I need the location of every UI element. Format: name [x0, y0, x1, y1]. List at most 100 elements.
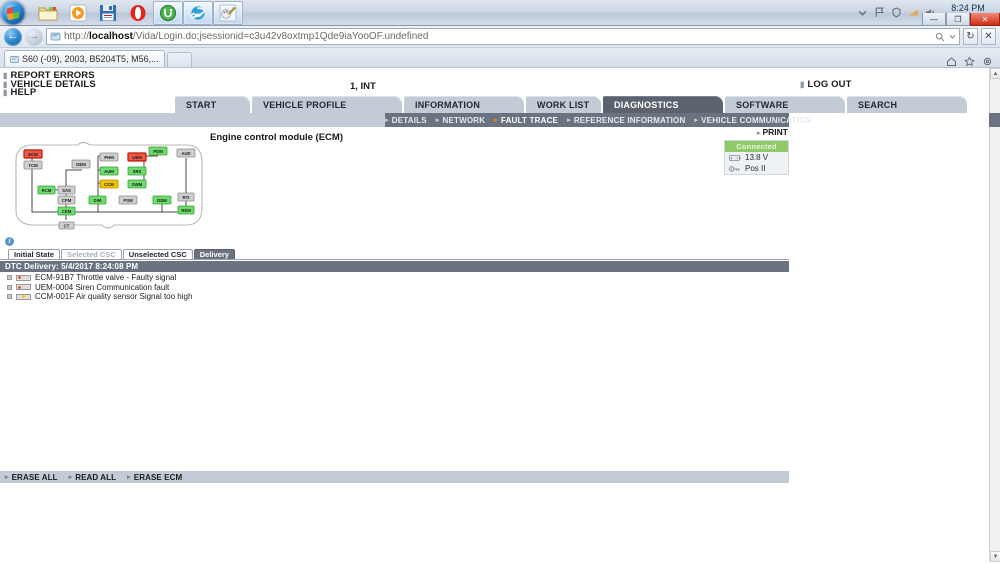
- csc-tab-strip: Initial State Selected CSC Unselected CS…: [0, 249, 789, 260]
- diagram-node-swm[interactable]: SWM: [127, 179, 147, 189]
- address-bar-url: http://localhost/Vida/Login.do;jsessioni…: [64, 31, 428, 42]
- dtc-checkbox[interactable]: [7, 284, 12, 290]
- diagram-node-aud[interactable]: AUD: [176, 148, 196, 158]
- chevron-right-icon: ▸: [694, 117, 699, 124]
- subtab-reference-information[interactable]: ▸ REFERENCE INFORMATION: [567, 116, 694, 125]
- tab-favicon-icon: [10, 55, 19, 63]
- subtab-fault-trace[interactable]: ▸ FAULT TRACE: [494, 116, 567, 125]
- browser-tab-title: S60 (-09), 2003, B5204T5, M56,...: [22, 54, 159, 64]
- read-all-button[interactable]: ▸ READ ALL: [69, 473, 128, 482]
- diagram-node-ecm[interactable]: ECM: [23, 149, 43, 159]
- diagram-node-cem[interactable]: CEM: [57, 206, 76, 216]
- tab-start[interactable]: START: [175, 96, 250, 113]
- page-favicon-icon: [50, 32, 61, 41]
- subtab-details[interactable]: ▸ DETAILS: [385, 116, 436, 125]
- diagram-node-rcm[interactable]: RCM: [37, 185, 56, 195]
- scroll-down-button[interactable]: ▼: [990, 551, 1000, 562]
- minimize-button[interactable]: —: [922, 13, 946, 26]
- diagram-node-pdm[interactable]: PDM: [148, 146, 168, 156]
- security-icon[interactable]: [891, 7, 902, 18]
- battery-voltage-row: 13.8 V: [725, 152, 788, 163]
- diagram-node-psm[interactable]: PSM: [118, 195, 138, 205]
- refresh-button[interactable]: ↻: [963, 28, 978, 45]
- network-icon[interactable]: [908, 7, 919, 18]
- new-tab-button[interactable]: [166, 52, 192, 67]
- info-icon[interactable]: i: [5, 237, 14, 246]
- diagram-node-dem[interactable]: DEM: [71, 159, 91, 169]
- address-bar[interactable]: http://localhost/Vida/Login.do;jsessioni…: [46, 28, 960, 45]
- csc-tab-initial-state[interactable]: Initial State: [8, 249, 61, 259]
- browser-tab[interactable]: S60 (-09), 2003, B5204T5, M56,...: [4, 50, 165, 67]
- diagram-node-cpm[interactable]: CPM: [57, 195, 76, 205]
- vehicle-network-diagram[interactable]: ECM TCM DEM RCM SAS CPM CEM CT PHM UEM P…: [10, 136, 210, 235]
- link-log-out[interactable]: ▮ LOG OUT: [800, 80, 1000, 90]
- save-disk-icon[interactable]: [93, 1, 123, 25]
- vehicle-status-panel: ▸ PRINT Connected 13.8 V Pos II: [724, 127, 789, 175]
- search-icon[interactable]: [935, 32, 945, 42]
- dtc-row[interactable]: UEM-0004 Siren Communication fault: [0, 283, 789, 293]
- dtc-checkbox[interactable]: [7, 294, 12, 300]
- read-all-label: READ ALL: [75, 472, 117, 482]
- svg-text:RTI: RTI: [183, 195, 190, 200]
- address-bar-tools: [931, 32, 956, 42]
- tab-vehicle-profile[interactable]: VEHICLE PROFILE: [252, 96, 402, 113]
- utorrent-icon[interactable]: [153, 0, 183, 25]
- diagram-node-srs[interactable]: SRS: [127, 166, 147, 176]
- opera-icon[interactable]: [123, 1, 153, 25]
- dtc-checkbox[interactable]: [7, 275, 12, 281]
- diagram-node-aum[interactable]: AUM: [99, 166, 119, 176]
- chevron-right-icon: ▸: [5, 474, 9, 481]
- diagram-node-rem[interactable]: REM: [177, 205, 195, 215]
- subtab-network[interactable]: ▸ NETWORK: [436, 116, 494, 125]
- diagram-node-ccm[interactable]: CCM: [99, 179, 119, 189]
- erase-all-button[interactable]: ▸ ERASE ALL: [5, 473, 69, 482]
- subtab-details-label: DETAILS: [391, 115, 427, 125]
- home-icon[interactable]: [946, 56, 957, 67]
- diagram-node-tcm[interactable]: TCM: [23, 160, 43, 170]
- tab-search[interactable]: SEARCH: [847, 96, 967, 113]
- diagram-node-phm[interactable]: PHM: [99, 152, 119, 162]
- tray-expand-icon[interactable]: [857, 7, 868, 18]
- paint-icon[interactable]: [213, 0, 243, 25]
- dtc-text: ECM-91B7 Throttle valve - Faulty signal: [35, 273, 177, 283]
- diagram-node-sas[interactable]: SAS: [57, 185, 76, 195]
- back-button[interactable]: ←: [4, 27, 22, 46]
- diagram-node-rti[interactable]: RTI: [177, 192, 195, 202]
- forward-button[interactable]: →: [25, 27, 43, 46]
- print-button[interactable]: ▸ PRINT: [724, 127, 789, 137]
- tab-software[interactable]: SOFTWARE: [725, 96, 845, 113]
- start-button[interactable]: [1, 0, 25, 25]
- flag-icon[interactable]: [874, 7, 885, 18]
- diagram-node-dim[interactable]: DIM: [88, 195, 107, 205]
- close-button[interactable]: ✕: [970, 13, 1000, 26]
- explorer-icon[interactable]: [33, 1, 63, 25]
- internet-explorer-icon[interactable]: [183, 0, 213, 25]
- subtab-vehicle-communication[interactable]: ▸ VEHICLE COMMUNICATION: [694, 116, 820, 125]
- maximize-button[interactable]: ❐: [946, 13, 970, 26]
- csc-tab-unselected-csc[interactable]: Unselected CSC: [122, 249, 193, 259]
- chevron-right-icon: ▸: [127, 474, 131, 481]
- battery-icon: [729, 154, 741, 161]
- tab-diagnostics[interactable]: DIAGNOSTICS: [603, 96, 723, 113]
- url-path: /Vida/Login.do;jsessionid=c3u42v8oxtmp1Q…: [132, 31, 429, 42]
- csc-tab-delivery[interactable]: Delivery: [193, 249, 235, 259]
- dtc-row[interactable]: ECM-91B7 Throttle valve - Faulty signal: [0, 273, 789, 283]
- chevron-down-icon[interactable]: [949, 33, 956, 40]
- svg-text:ECM: ECM: [28, 152, 38, 157]
- tab-work-list[interactable]: WORK LIST: [526, 96, 601, 113]
- media-player-icon[interactable]: [63, 1, 93, 25]
- diagram-node-ddm[interactable]: DDM: [152, 195, 172, 205]
- scroll-up-button[interactable]: ▲: [990, 68, 1000, 79]
- erase-ecm-label: ERASE ECM: [133, 472, 183, 482]
- stop-button[interactable]: ✕: [981, 28, 996, 45]
- svg-text:AUM: AUM: [104, 169, 114, 174]
- favorites-icon[interactable]: [964, 56, 975, 67]
- dtc-row[interactable]: CCM-001F Air quality sensor Signal too h…: [0, 292, 789, 302]
- erase-ecm-button[interactable]: ▸ ERASE ECM: [127, 473, 193, 482]
- page-scrollbar[interactable]: ▲ ▼: [989, 68, 1000, 562]
- tab-information[interactable]: INFORMATION: [404, 96, 524, 113]
- gear-icon[interactable]: [982, 56, 993, 67]
- diagram-node-ct[interactable]: CT: [58, 221, 75, 230]
- dtc-text: UEM-0004 Siren Communication fault: [35, 282, 170, 292]
- diagram-node-uem[interactable]: UEM: [127, 152, 147, 162]
